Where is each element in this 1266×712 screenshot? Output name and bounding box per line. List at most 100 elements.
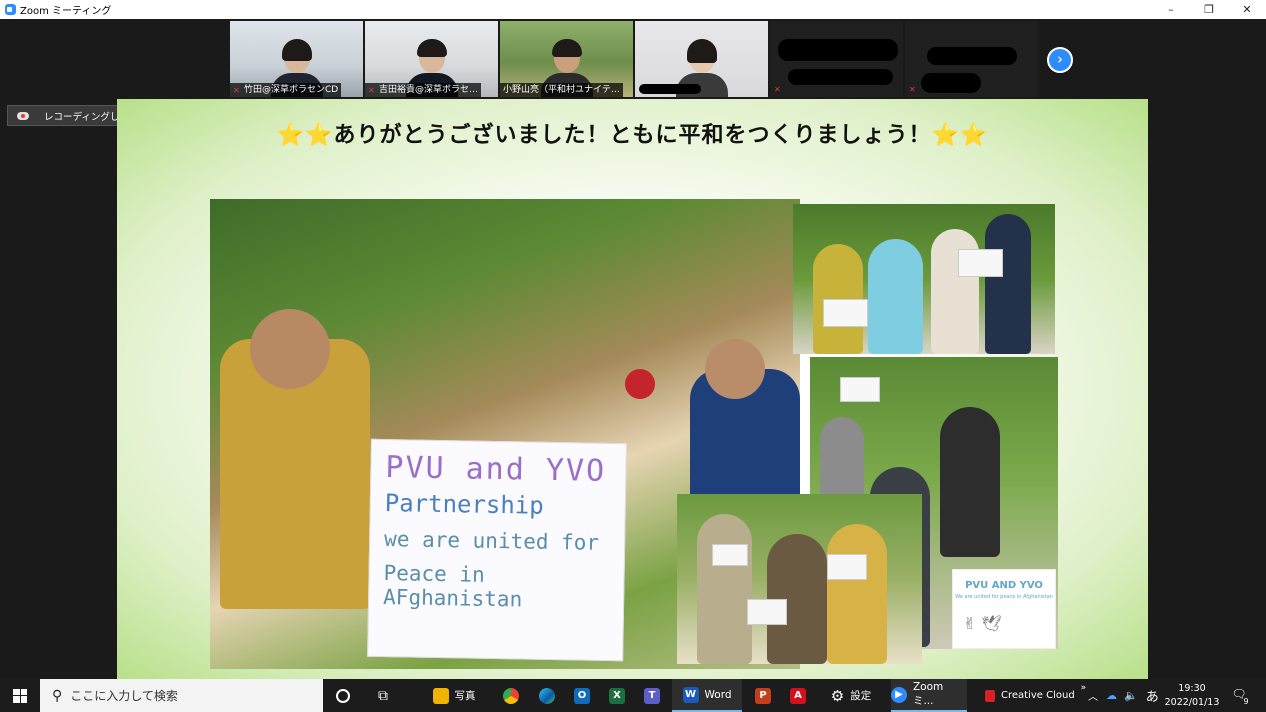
card-title: PVU AND YVO [965, 580, 1043, 591]
photo-top-right [793, 204, 1055, 354]
creative-cloud-label: Creative Cloud [1001, 690, 1075, 701]
participant-name-tag: ✕ 吉田裕貴@深草ボラセ… [365, 83, 482, 97]
search-icon: ⚲ [52, 687, 63, 704]
mic-muted-icon: ✕ [233, 85, 240, 95]
ime-indicator[interactable]: あ [1146, 686, 1159, 705]
word-icon: W [682, 686, 699, 703]
creative-cloud-icon [985, 689, 995, 702]
participant-tile[interactable]: 小野山亮（平和村ユナイテ… [500, 21, 633, 97]
mic-muted-icon: ✕ [368, 85, 375, 95]
taskbar-clock[interactable]: 19:30 2022/01/13 [1162, 682, 1222, 710]
restore-button[interactable]: ❐ [1190, 0, 1228, 19]
taskbar-app-edge[interactable] [534, 679, 560, 712]
person-figure [940, 407, 1000, 557]
person-figure [705, 339, 765, 399]
notification-count: 9 [1241, 697, 1251, 707]
zoom-app-icon [5, 4, 16, 15]
taskbar-app-zoom[interactable]: ▶ Zoom ミ... [891, 679, 967, 712]
action-center-button[interactable]: 🗨 9 [1231, 687, 1251, 707]
powerpoint-icon: P [755, 687, 771, 704]
next-participants-button[interactable]: › [1047, 47, 1073, 73]
chrome-icon [503, 687, 519, 704]
onedrive-cloud-icon[interactable]: ☁ [1106, 689, 1117, 702]
participant-tile[interactable]: ✕ [770, 21, 903, 97]
participant-tile[interactable]: ✕ 吉田裕貴@深草ボラセ… [365, 21, 498, 97]
pvu-yvo-card: PVU AND YVO We are united for peace in A… [952, 569, 1056, 649]
person-figure [931, 229, 979, 354]
taskbar-app-label: Word [704, 688, 732, 701]
outlook-icon: O [574, 687, 590, 704]
mic-muted-icon: ✕ [909, 85, 916, 94]
sign-line-3: we are united for [383, 527, 600, 555]
redaction-mark [921, 73, 981, 93]
person-figure [827, 524, 887, 664]
sign-line-1: PVU and YVO [385, 450, 607, 489]
system-tray: ︿ ☁ 🔈 あ [1088, 679, 1159, 712]
window-title: Zoom ミーティング [20, 6, 112, 17]
show-hidden-icons-button[interactable]: ︿ [1088, 688, 1098, 703]
windows-taskbar: ⚲ ここに入力して検索 ⧉ 写真 O X T W Word P A ⚙ 設定 ▶… [0, 679, 1266, 712]
taskbar-app-word[interactable]: W Word [672, 679, 742, 712]
gear-icon: ⚙ [830, 686, 845, 705]
mic-muted-icon: ✕ [774, 85, 781, 94]
participant-tile[interactable]: ✕ [905, 21, 1038, 97]
task-view-icon: ⧉ [378, 687, 388, 704]
paper-sign [712, 544, 748, 566]
acrobat-icon: A [790, 687, 806, 704]
paper-sign [747, 599, 787, 625]
clock-date: 2022/01/13 [1164, 697, 1220, 708]
cloud-recording-icon [16, 111, 30, 121]
windows-logo-icon [13, 688, 27, 703]
taskbar-app-acrobat[interactable]: A [785, 679, 811, 712]
participant-tile[interactable] [635, 21, 768, 97]
speaker-icon[interactable]: 🔈 [1124, 689, 1138, 702]
taskbar-app-label: 写真 [454, 690, 476, 702]
handwritten-sign: PVU and YVO Partnership we are united fo… [367, 438, 627, 662]
card-subtitle: We are united for peace in Afghanistan [955, 594, 1053, 600]
person-figure [868, 239, 923, 354]
chevron-double-right-icon: » [1080, 683, 1087, 693]
taskbar-search-box[interactable]: ⚲ ここに入力して検索 [40, 679, 323, 712]
person-figure [697, 514, 752, 664]
close-button[interactable]: ✕ [1228, 0, 1266, 19]
person-figure [250, 309, 330, 389]
participant-name: 小野山亮（平和村ユナイテ… [503, 85, 620, 95]
taskbar-app-excel[interactable]: X [604, 679, 630, 712]
slide-title: ⭐⭐ありがとうございました！ともに平和をつくりましょう！⭐⭐ [276, 123, 989, 148]
paper-sign [827, 554, 867, 580]
taskbar-app-label: Zoom ミ... [912, 681, 944, 707]
chevron-right-icon: › [1057, 50, 1063, 68]
participant-name: 吉田裕貴@深草ボラセ… [379, 85, 479, 95]
photos-folder-icon [432, 687, 449, 704]
creative-cloud-toolbar[interactable]: Creative Cloud » [985, 679, 1086, 712]
edge-icon [539, 687, 555, 704]
excel-icon: X [609, 687, 625, 704]
taskbar-app-chrome[interactable] [498, 679, 524, 712]
window-titlebar: Zoom ミーティング – ❐ ✕ [0, 0, 1266, 19]
rose-flower [625, 369, 655, 399]
start-button[interactable] [0, 679, 40, 712]
participant-tile[interactable]: ✕ 竹田@深草ボラセンCD [230, 21, 363, 97]
taskbar-app-outlook[interactable]: O [569, 679, 595, 712]
teams-icon: T [644, 687, 660, 704]
taskbar-app-teams[interactable]: T [639, 679, 665, 712]
redaction-mark [639, 84, 701, 94]
participant-name-tag: 小野山亮（平和村ユナイテ… [500, 83, 623, 97]
shared-screen-slide: ⭐⭐ありがとうございました！ともに平和をつくりましょう！⭐⭐ PVU and Y… [117, 99, 1148, 679]
taskbar-app-powerpoint[interactable]: P [750, 679, 776, 712]
task-view-button[interactable]: ⧉ [370, 679, 396, 712]
window-controls: – ❐ ✕ [1152, 0, 1266, 19]
zoom-icon: ▶ [891, 686, 907, 703]
photo-bottom-center [677, 494, 922, 664]
person-figure [985, 214, 1031, 354]
paper-sign [823, 299, 868, 327]
participant-name: 竹田@深草ボラセンCD [244, 85, 339, 95]
card-symbols: ✌ 🕊 [963, 614, 1002, 633]
taskbar-app-photos[interactable]: 写真 [418, 679, 490, 712]
taskbar-app-label: 設定 [850, 690, 872, 702]
minimize-button[interactable]: – [1152, 0, 1190, 19]
participant-name-tag: ✕ 竹田@深草ボラセンCD [230, 83, 342, 97]
taskbar-app-settings[interactable]: ⚙ 設定 [818, 679, 884, 712]
cortana-button[interactable] [330, 679, 356, 712]
cortana-icon [336, 688, 350, 703]
